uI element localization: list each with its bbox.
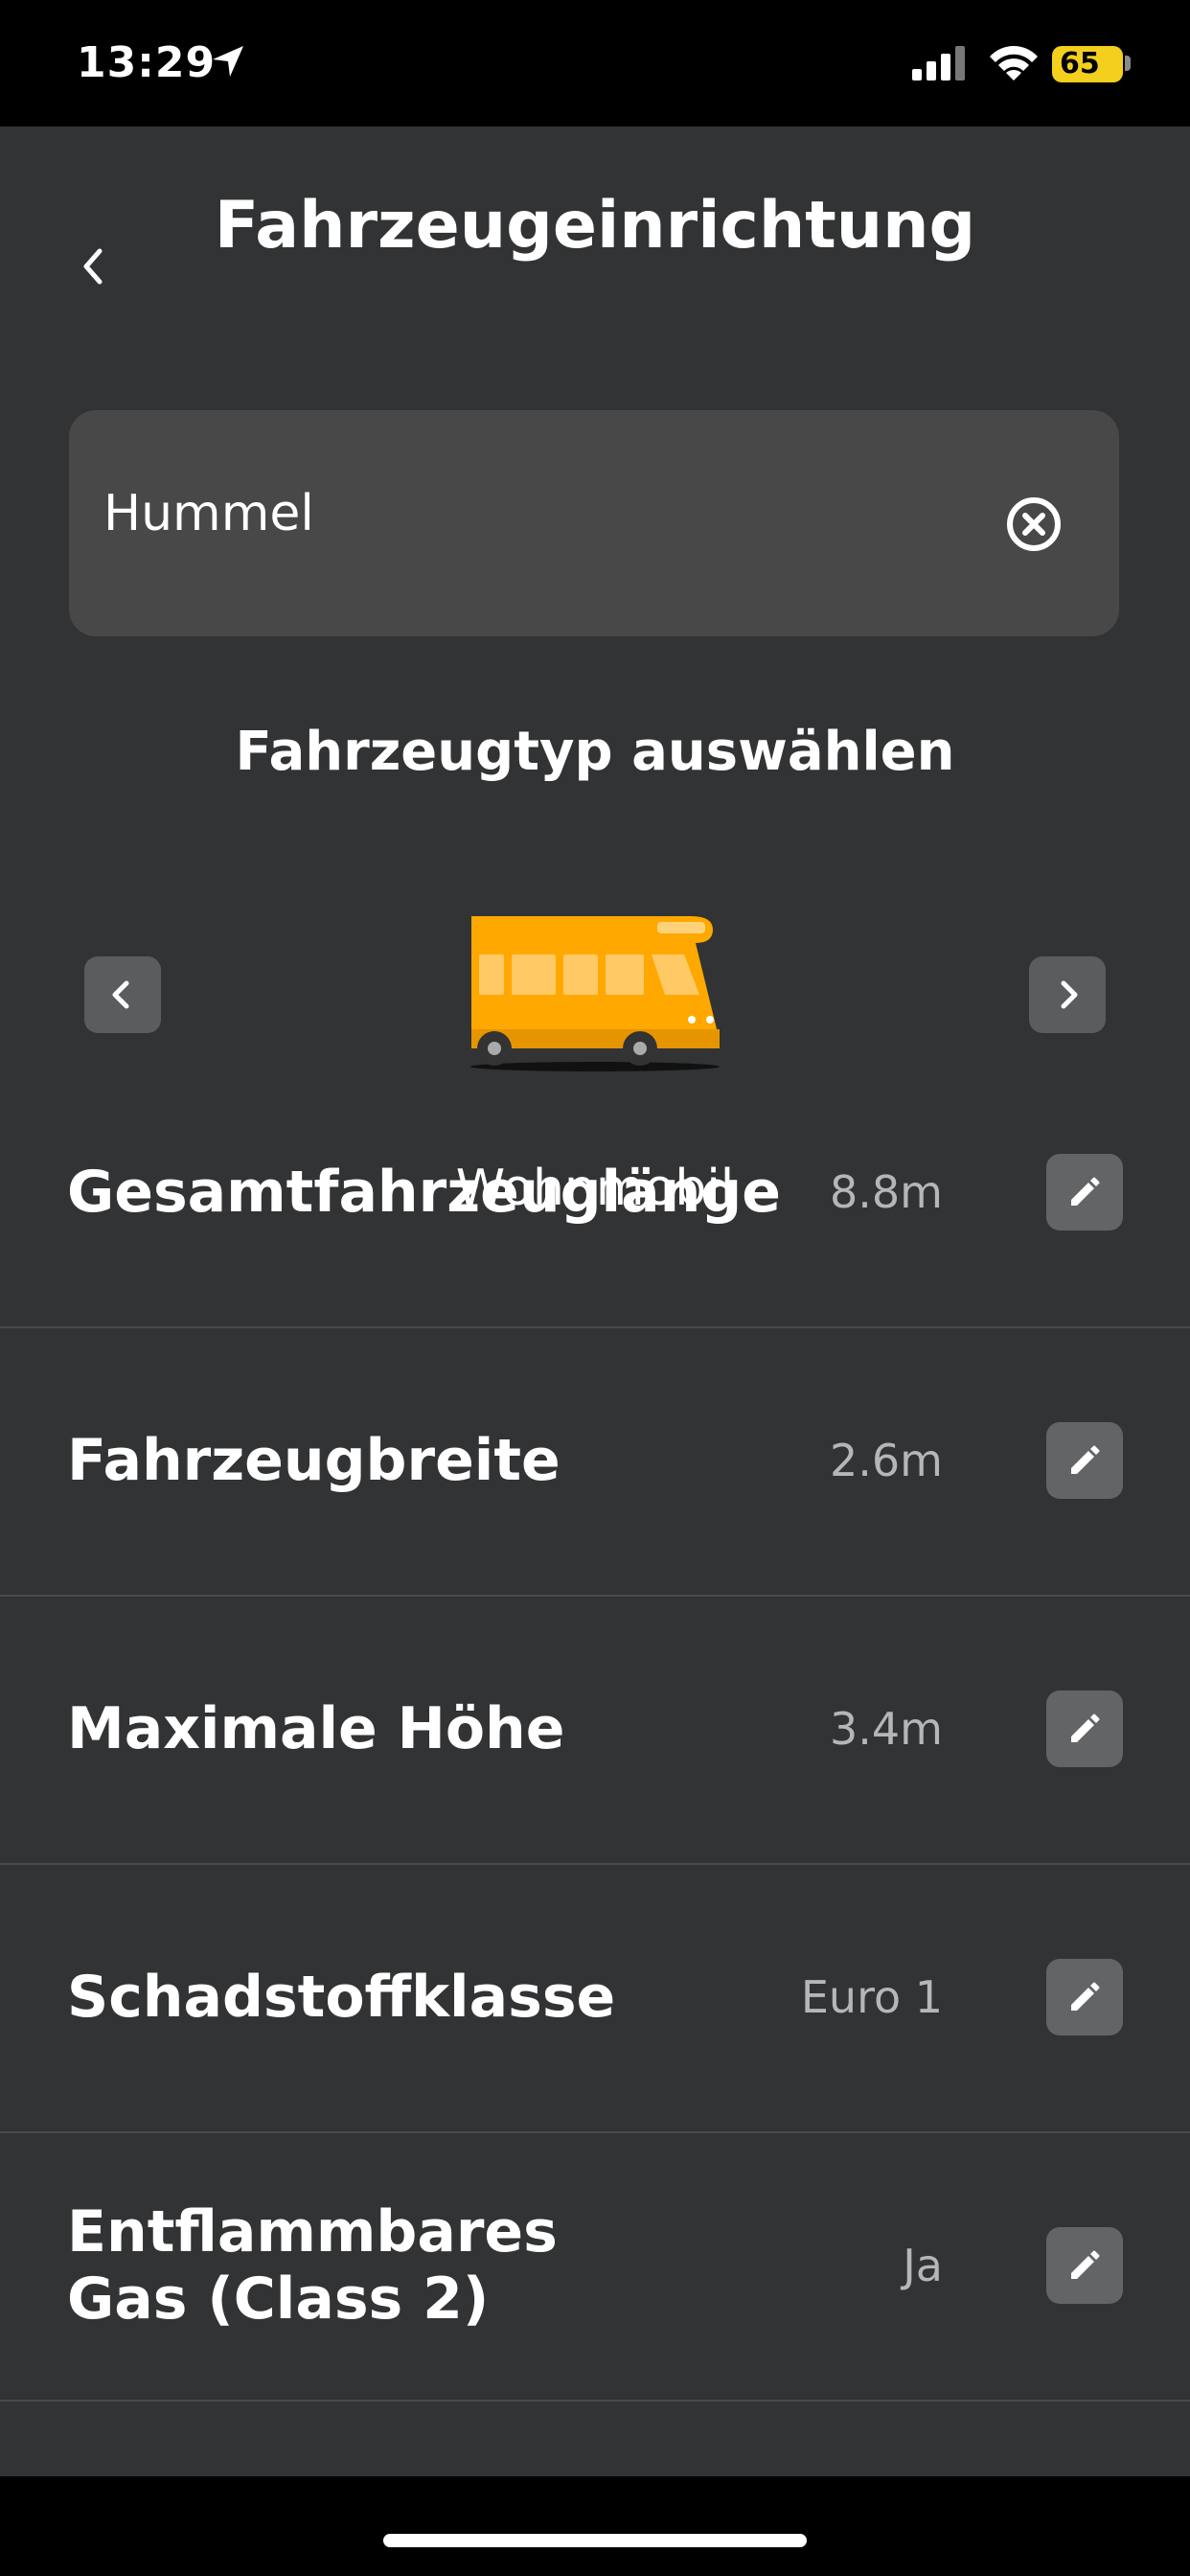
cellular-signal-icon xyxy=(912,46,965,80)
vehicle-name-field[interactable]: Hummel xyxy=(69,410,1119,636)
setting-label: Fahrzeugbreite xyxy=(67,1427,561,1494)
home-indicator-area xyxy=(0,2476,1190,2576)
setting-value: 3.4m xyxy=(830,1703,943,1755)
vehicle-type-title: Fahrzeugtyp auswählen xyxy=(235,721,955,783)
setting-row-width: Fahrzeugbreite 2.6m xyxy=(0,1326,1190,1597)
edit-height-button[interactable] xyxy=(1046,1690,1123,1767)
location-arrow-icon xyxy=(213,46,243,77)
setting-row-height: Maximale Höhe 3.4m xyxy=(0,1595,1190,1865)
vehicle-settings-list: Gesamtfahrzeuglänge 8.8m Fahrzeugbreite … xyxy=(0,1135,1190,2476)
vehicle-name-value: Hummel xyxy=(103,485,314,542)
page-title: Fahrzeugeinrichtung xyxy=(214,188,976,264)
edit-width-button[interactable] xyxy=(1046,1422,1123,1499)
setting-label: Schadstoffklasse xyxy=(67,1964,616,2031)
setting-value: Ja xyxy=(903,2240,943,2291)
setting-value: Euro 1 xyxy=(800,1971,943,2023)
next-vehicle-button[interactable] xyxy=(1029,956,1106,1033)
status-bar: 13:29 65 xyxy=(0,0,1190,126)
status-time: 13:29 xyxy=(77,38,217,87)
setting-row-emission-class: Schadstoffklasse Euro 1 xyxy=(0,1863,1190,2133)
pencil-icon xyxy=(1071,1714,1100,1742)
motorhome-icon xyxy=(470,916,720,1071)
previous-vehicle-button[interactable] xyxy=(84,956,161,1033)
setting-value: 2.6m xyxy=(830,1435,943,1486)
chevron-right-icon xyxy=(1061,980,1078,1009)
setting-label: Maximale Höhe xyxy=(67,1695,565,1762)
pencil-icon xyxy=(1071,1445,1100,1474)
edit-emission-class-button[interactable] xyxy=(1046,1959,1123,2036)
wifi-icon xyxy=(990,46,1038,80)
setting-row-flammable-gas: Entflammbares Gas (Class 2) Ja xyxy=(0,2131,1190,2402)
setting-label: Entflammbares Gas (Class 2) xyxy=(67,2198,558,2333)
selected-vehicle-label: Wohnmobil xyxy=(455,1160,735,1217)
home-indicator[interactable] xyxy=(383,2534,807,2547)
pencil-icon xyxy=(1071,2250,1100,2279)
chevron-left-icon xyxy=(112,980,129,1009)
edit-flammable-gas-button[interactable] xyxy=(1046,2227,1123,2304)
pencil-icon xyxy=(1071,1982,1100,2011)
clear-input-icon[interactable] xyxy=(1004,494,1064,554)
battery-nub xyxy=(1125,56,1131,71)
battery-indicator: 65 xyxy=(1052,46,1123,82)
